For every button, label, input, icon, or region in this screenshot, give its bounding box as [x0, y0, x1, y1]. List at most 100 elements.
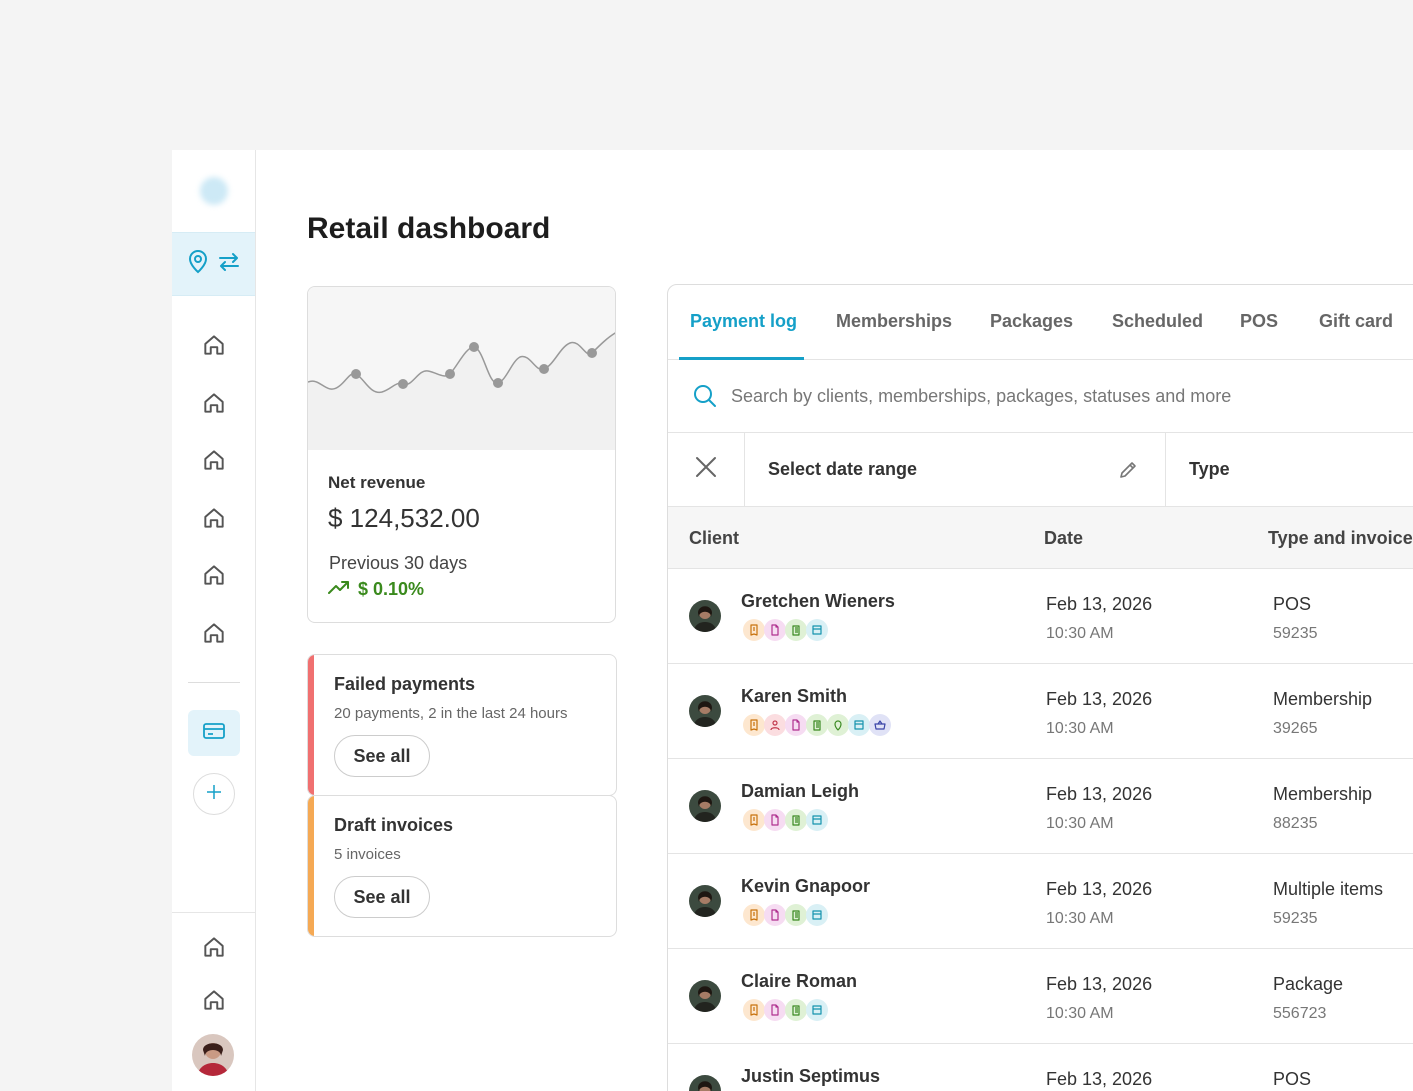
swap-arrows-icon — [217, 252, 241, 277]
nav-home-bottom-2[interactable] — [172, 987, 255, 1018]
nav-home-6[interactable] — [172, 620, 255, 651]
filter-bar: Select date range Type — [668, 433, 1413, 507]
draft-invoices-card: Draft invoices 5 invoices See all — [307, 795, 617, 937]
nav-home-5[interactable] — [172, 562, 255, 593]
search-icon — [694, 385, 716, 407]
sidebar — [172, 150, 256, 1091]
nav-home-4[interactable] — [172, 505, 255, 536]
client-name: Claire Roman — [741, 971, 858, 991]
document-icon — [764, 619, 786, 641]
payment-time: 10:30 AM — [1046, 720, 1114, 737]
add-button[interactable] — [193, 773, 235, 815]
table-row[interactable]: Damian Leigh Feb 13, 2026 10:30 AM Membersh… — [668, 759, 1413, 854]
invoice-number: 556723 — [1273, 1005, 1327, 1022]
table-row[interactable]: Karen Smith Feb 13, 2026 10:30 AM Membershi… — [668, 664, 1413, 759]
header-client[interactable]: Client — [689, 528, 739, 549]
tab-payment-log[interactable]: Payment log — [690, 311, 797, 332]
failed-payments-card: Failed payments 20 payments, 2 in the la… — [307, 654, 617, 796]
nav-home-bottom-1[interactable] — [172, 934, 255, 965]
credit-card-icon — [202, 721, 226, 746]
service-icons — [743, 999, 828, 1021]
payment-type: POS — [1273, 1069, 1312, 1089]
list-icon — [806, 714, 828, 736]
location-icon — [827, 714, 849, 736]
sidebar-divider — [188, 682, 240, 683]
service-icons — [743, 904, 828, 926]
tab-gift-card[interactable]: Gift card — [1319, 311, 1393, 332]
search-input[interactable]: Search by clients, memberships, packages… — [668, 360, 1413, 433]
user-avatar[interactable] — [192, 1034, 234, 1076]
home-icon — [201, 447, 227, 478]
client-avatar — [689, 790, 721, 822]
card-icon — [848, 714, 870, 736]
payment-log-panel: Payment log Memberships Packages Schedul… — [667, 284, 1413, 1091]
header-type-invoice[interactable]: Type and invoice — [1268, 528, 1413, 549]
client-name: Karen Smith — [741, 686, 848, 706]
receipt-icon — [743, 904, 765, 926]
search-placeholder: Search by clients, memberships, packages… — [731, 385, 1232, 406]
revenue-period: Previous 30 days — [329, 553, 468, 573]
payment-type: Multiple items — [1273, 879, 1384, 899]
home-icon — [201, 987, 227, 1018]
tab-scheduled[interactable]: Scheduled — [1112, 311, 1203, 332]
list-icon — [785, 904, 807, 926]
payment-time: 10:30 AM — [1046, 1005, 1114, 1022]
invoice-number: 88235 — [1273, 815, 1318, 832]
payments-nav-button[interactable] — [188, 710, 240, 756]
type-filter[interactable]: Type — [1189, 459, 1230, 480]
payment-time: 10:30 AM — [1046, 625, 1114, 642]
invoice-number: 39265 — [1273, 720, 1318, 737]
basket-icon — [869, 714, 891, 736]
client-name: Kevin Gnapoor — [741, 876, 871, 896]
tab-bar: Payment log Memberships Packages Schedul… — [668, 285, 1413, 360]
document-icon — [785, 714, 807, 736]
client-name: Justin Septimus — [741, 1066, 881, 1086]
clear-filters-button[interactable] — [668, 433, 745, 506]
draft-invoices-subtitle: 5 invoices — [334, 846, 401, 863]
nav-home-2[interactable] — [172, 390, 255, 421]
table-row[interactable]: Gretchen Wieners Feb 13, 2026 10:30 AM POS 5… — [668, 569, 1413, 664]
client-avatar — [689, 980, 721, 1012]
payment-date: Feb 13, 2026 — [1046, 594, 1153, 614]
location-pin-icon — [187, 249, 209, 279]
failed-see-all-button[interactable]: See all — [334, 735, 430, 777]
date-range-filter[interactable]: Select date range — [745, 433, 1166, 506]
card-icon — [806, 619, 828, 641]
table-row[interactable]: Kevin Gnapoor Feb 13, 2026 10:30 AM Multipl… — [668, 854, 1413, 949]
revenue-value: $ 124,532.00 — [328, 503, 480, 533]
nav-home-1[interactable] — [172, 332, 255, 363]
card-icon — [806, 809, 828, 831]
tab-packages[interactable]: Packages — [990, 311, 1073, 332]
header-date[interactable]: Date — [1044, 528, 1083, 549]
tab-memberships[interactable]: Memberships — [836, 311, 952, 332]
payment-type: Package — [1273, 974, 1344, 994]
receipt-icon — [743, 999, 765, 1021]
draft-accent-bar — [308, 796, 314, 936]
sidebar-bottom-divider — [172, 912, 255, 913]
failed-accent-bar — [308, 655, 314, 795]
home-icon — [201, 390, 227, 421]
payment-time: 10:30 AM — [1046, 815, 1114, 832]
plus-icon — [206, 784, 222, 805]
client-name: Gretchen Wieners — [741, 591, 895, 611]
nav-home-3[interactable] — [172, 447, 255, 478]
home-icon — [201, 934, 227, 965]
home-icon — [201, 562, 227, 593]
list-icon — [785, 809, 807, 831]
card-icon — [806, 904, 828, 926]
trending-up-icon — [328, 579, 350, 600]
client-avatar — [689, 1075, 721, 1091]
receipt-icon — [743, 809, 765, 831]
draft-see-all-button[interactable]: See all — [334, 876, 430, 918]
location-switcher[interactable] — [172, 232, 255, 296]
date-range-label: Select date range — [768, 459, 918, 479]
service-icons — [743, 619, 828, 641]
table-row[interactable]: Claire Roman Feb 13, 2026 10:30 AM Package 5… — [668, 949, 1413, 1044]
card-icon — [806, 999, 828, 1021]
tab-pos[interactable]: POS — [1240, 311, 1278, 332]
revenue-sparkline — [308, 287, 615, 450]
home-icon — [201, 505, 227, 536]
table-row[interactable]: Justin Septimus Feb 13, 2026 POS — [668, 1044, 1413, 1091]
service-icons — [743, 714, 891, 736]
person-icon — [764, 714, 786, 736]
